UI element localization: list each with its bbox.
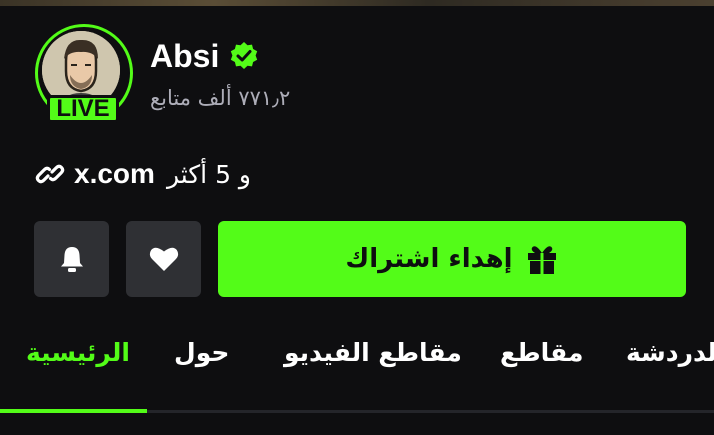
follower-count: ٧٧١٫٢ ألف متابع xyxy=(150,86,291,110)
verified-badge-icon xyxy=(229,41,259,71)
gift-subscription-label: إهداء اشتراك xyxy=(345,244,513,274)
live-badge: LIVE xyxy=(47,95,119,123)
tab-home[interactable]: الرئيسية xyxy=(26,338,130,367)
channel-banner xyxy=(0,0,714,6)
channel-name[interactable]: Absi xyxy=(150,38,219,75)
tab-videos[interactable]: مقاطع الفيديو xyxy=(284,338,462,367)
tab-chat[interactable]: الدردشة xyxy=(626,338,714,367)
gift-subscription-button[interactable]: إهداء اشتراك xyxy=(218,221,686,297)
tab-about[interactable]: حول xyxy=(174,338,229,367)
bell-icon xyxy=(60,247,83,272)
channel-name-row: Absi xyxy=(150,36,259,76)
avatar[interactable]: LIVE xyxy=(35,24,133,123)
follow-button[interactable] xyxy=(126,221,201,297)
channel-tabs: الرئيسية حول مقاطع الفيديو مقاطع الدردشة xyxy=(0,330,714,390)
more-links[interactable]: و 5 أكثر xyxy=(167,160,251,189)
social-link-x[interactable]: x.com xyxy=(74,158,155,190)
tab-clips[interactable]: مقاطع xyxy=(500,338,583,367)
active-tab-indicator xyxy=(0,409,147,413)
notifications-button[interactable] xyxy=(34,221,109,297)
gift-icon xyxy=(527,246,556,274)
heart-icon xyxy=(149,247,178,271)
link-icon xyxy=(34,158,66,190)
social-links-row: x.com و 5 أكثر xyxy=(34,156,251,192)
